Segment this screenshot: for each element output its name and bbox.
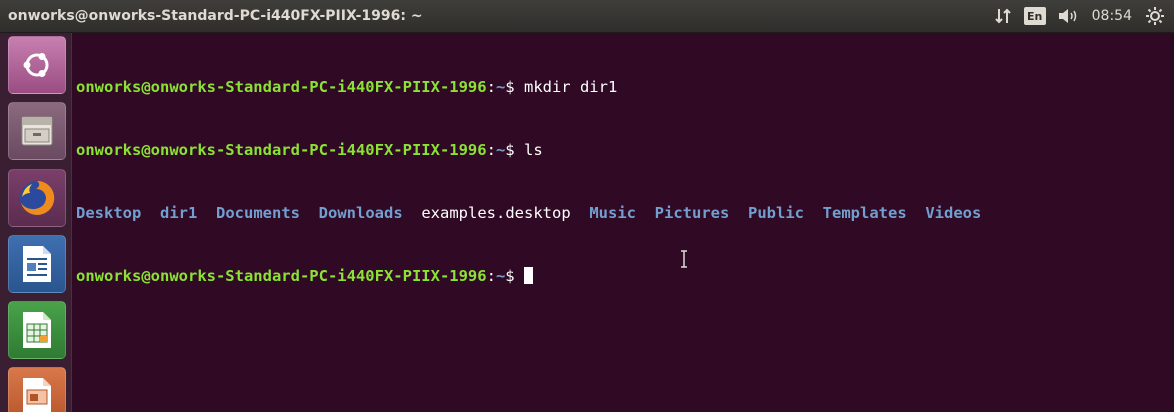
ls-entry: Desktop bbox=[76, 204, 142, 222]
clock[interactable]: 08:54 bbox=[1092, 0, 1132, 33]
terminal-line: onworks@onworks-Standard-PC-i440FX-PIIX-… bbox=[76, 266, 1174, 287]
ls-entry: Documents bbox=[216, 204, 300, 222]
launcher bbox=[0, 33, 72, 412]
prompt-symbol: $ bbox=[505, 141, 515, 159]
window-title: onworks@onworks-Standard-PC-i440FX-PIIX-… bbox=[8, 8, 423, 24]
ls-output-line: Desktop dir1 Documents Downloads example… bbox=[76, 203, 1174, 224]
terminal-line: onworks@onworks-Standard-PC-i440FX-PIIX-… bbox=[76, 78, 618, 96]
ls-entry: dir1 bbox=[160, 204, 198, 222]
dash-icon[interactable] bbox=[8, 36, 66, 94]
ls-entry: examples.desktop bbox=[421, 204, 571, 222]
ls-entry: Templates bbox=[822, 204, 907, 222]
prompt-user: onworks@onworks-Standard-PC-i440FX-PIIX-… bbox=[76, 141, 487, 159]
prompt-user: onworks@onworks-Standard-PC-i440FX-PIIX-… bbox=[76, 78, 487, 96]
prompt-symbol: $ bbox=[505, 267, 515, 285]
network-icon[interactable] bbox=[990, 0, 1016, 33]
libreoffice-calc-icon[interactable] bbox=[8, 301, 66, 359]
command-text: mkdir dir1 bbox=[523, 78, 618, 96]
prompt-path: ~ bbox=[495, 78, 506, 96]
ls-entry: Downloads bbox=[318, 204, 403, 222]
indicator-area: En 08:54 bbox=[990, 0, 1166, 33]
volume-icon[interactable] bbox=[1056, 0, 1082, 33]
ls-entry: Videos bbox=[925, 204, 982, 222]
terminal-output[interactable]: onworks@onworks-Standard-PC-i440FX-PIIX-… bbox=[72, 33, 1174, 412]
libreoffice-writer-icon[interactable] bbox=[8, 235, 66, 293]
prompt-path: ~ bbox=[495, 267, 506, 285]
ls-entry: Pictures bbox=[654, 204, 730, 222]
text-cursor bbox=[523, 267, 533, 284]
prompt-user: onworks@onworks-Standard-PC-i440FX-PIIX-… bbox=[76, 267, 487, 285]
ls-entry: Music bbox=[589, 204, 636, 222]
terminal-line: onworks@onworks-Standard-PC-i440FX-PIIX-… bbox=[76, 141, 543, 159]
libreoffice-impress-icon[interactable] bbox=[8, 367, 66, 412]
top-panel: onworks@onworks-Standard-PC-i440FX-PIIX-… bbox=[0, 0, 1174, 33]
files-icon[interactable] bbox=[8, 102, 66, 160]
command-text: ls bbox=[523, 141, 543, 159]
gear-icon[interactable] bbox=[1144, 0, 1166, 33]
firefox-icon[interactable] bbox=[8, 169, 66, 227]
prompt-symbol: $ bbox=[505, 78, 515, 96]
prompt-path: ~ bbox=[495, 141, 506, 159]
terminal-scrollbar[interactable] bbox=[1170, 33, 1174, 412]
mouse-ibeam-cursor-icon bbox=[680, 250, 688, 268]
keyboard-layout-indicator[interactable]: En bbox=[1023, 7, 1046, 25]
ls-entry: Public bbox=[748, 204, 804, 222]
